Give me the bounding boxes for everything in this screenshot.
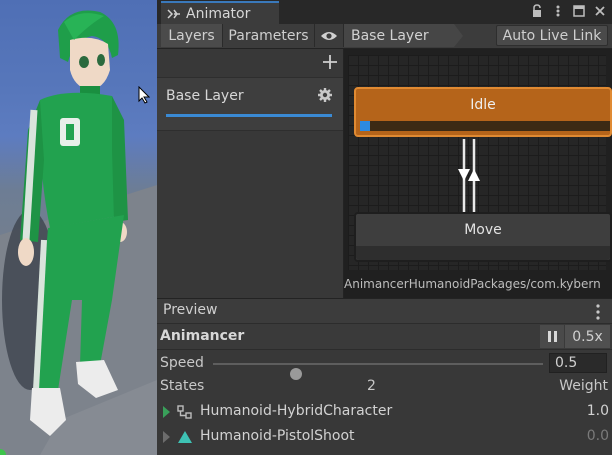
breadcrumb-base-layer[interactable]: Base Layer — [351, 28, 429, 44]
tab-parameters[interactable]: Parameters — [223, 24, 315, 47]
states-label: States — [160, 378, 205, 394]
animator-window: Animator Layers Parameters Base Layer Au… — [157, 0, 612, 455]
states-count: 2 — [367, 378, 376, 394]
window-titlebar: Animator — [157, 0, 612, 24]
state-weight: 1.0 — [586, 403, 609, 419]
state-weight: 0.0 — [586, 428, 609, 444]
layer-item[interactable]: Base Layer — [157, 77, 343, 131]
breadcrumb[interactable]: Base Layer — [344, 24, 463, 47]
play-toggle-icon[interactable] — [163, 431, 170, 443]
pause-button[interactable] — [540, 325, 564, 348]
plus-icon — [323, 55, 337, 69]
close-icon[interactable] — [594, 4, 606, 18]
speed-multiplier-button[interactable]: 0.5x — [565, 325, 610, 348]
controller-path: AnimancerHumanoidPackages/com.kybern — [344, 277, 601, 291]
speed-input[interactable]: 0.5 — [549, 353, 607, 373]
character-model — [0, 10, 157, 455]
state-progress-bar — [360, 121, 610, 131]
auto-live-link-button[interactable]: Auto Live Link — [496, 25, 608, 46]
animation-clip-icon — [178, 431, 192, 443]
eye-icon — [321, 31, 337, 40]
eye-toggle[interactable] — [315, 24, 344, 47]
speed-label: Speed — [160, 355, 204, 371]
state-item[interactable]: Humanoid-PistolShoot 0.0 — [157, 425, 612, 449]
state-item[interactable]: Humanoid-HybridCharacter 1.0 — [157, 400, 612, 424]
more-menu-icon[interactable] — [596, 304, 600, 320]
more-menu-icon[interactable] — [552, 4, 564, 18]
state-node-move[interactable]: Move — [354, 212, 612, 262]
state-node-label: Idle — [470, 97, 496, 113]
state-name: Humanoid-PistolShoot — [200, 428, 355, 444]
play-toggle-icon[interactable] — [163, 406, 170, 418]
speed-slider[interactable] — [213, 363, 543, 380]
mouse-cursor-icon — [138, 86, 150, 104]
layer-weight-bar — [166, 114, 332, 117]
tab-layers[interactable]: Layers — [161, 24, 223, 47]
states-row: States 2 Weight — [157, 376, 612, 398]
pause-icon — [553, 331, 557, 342]
layer-name: Base Layer — [166, 88, 244, 104]
transition-arrows[interactable] — [455, 139, 485, 213]
preview-header: Preview — [157, 298, 612, 324]
preview-title: Preview — [163, 302, 218, 318]
maximize-icon[interactable] — [573, 4, 585, 18]
state-node-footer — [356, 246, 610, 260]
state-progress-fill — [360, 121, 370, 131]
window-controls — [531, 4, 606, 18]
blend-tree-icon — [177, 405, 192, 419]
state-machine-graph[interactable]: Idle Move AnimancerHumanoidPackages/com.… — [344, 49, 612, 298]
state-node-idle[interactable]: Idle — [354, 87, 612, 137]
scene-view[interactable] — [0, 0, 157, 455]
speed-row: Speed 0.5 — [157, 353, 612, 380]
pause-icon — [547, 331, 551, 342]
state-name: Humanoid-HybridCharacter — [200, 403, 393, 419]
animator-tab[interactable]: Animator — [161, 1, 279, 24]
state-node-label: Move — [464, 222, 502, 238]
add-layer-button[interactable] — [323, 51, 337, 73]
animancer-label: Animancer — [160, 328, 245, 344]
animancer-row: Animancer 0.5x — [157, 324, 612, 350]
window-title: Animator — [186, 5, 251, 22]
layers-panel: Base Layer — [157, 49, 344, 298]
animator-toolbar: Layers Parameters Base Layer Auto Live L… — [157, 24, 612, 49]
lock-icon[interactable] — [531, 4, 543, 18]
weight-label: Weight — [559, 378, 608, 394]
animator-icon — [167, 8, 180, 19]
gear-icon[interactable] — [317, 87, 333, 103]
